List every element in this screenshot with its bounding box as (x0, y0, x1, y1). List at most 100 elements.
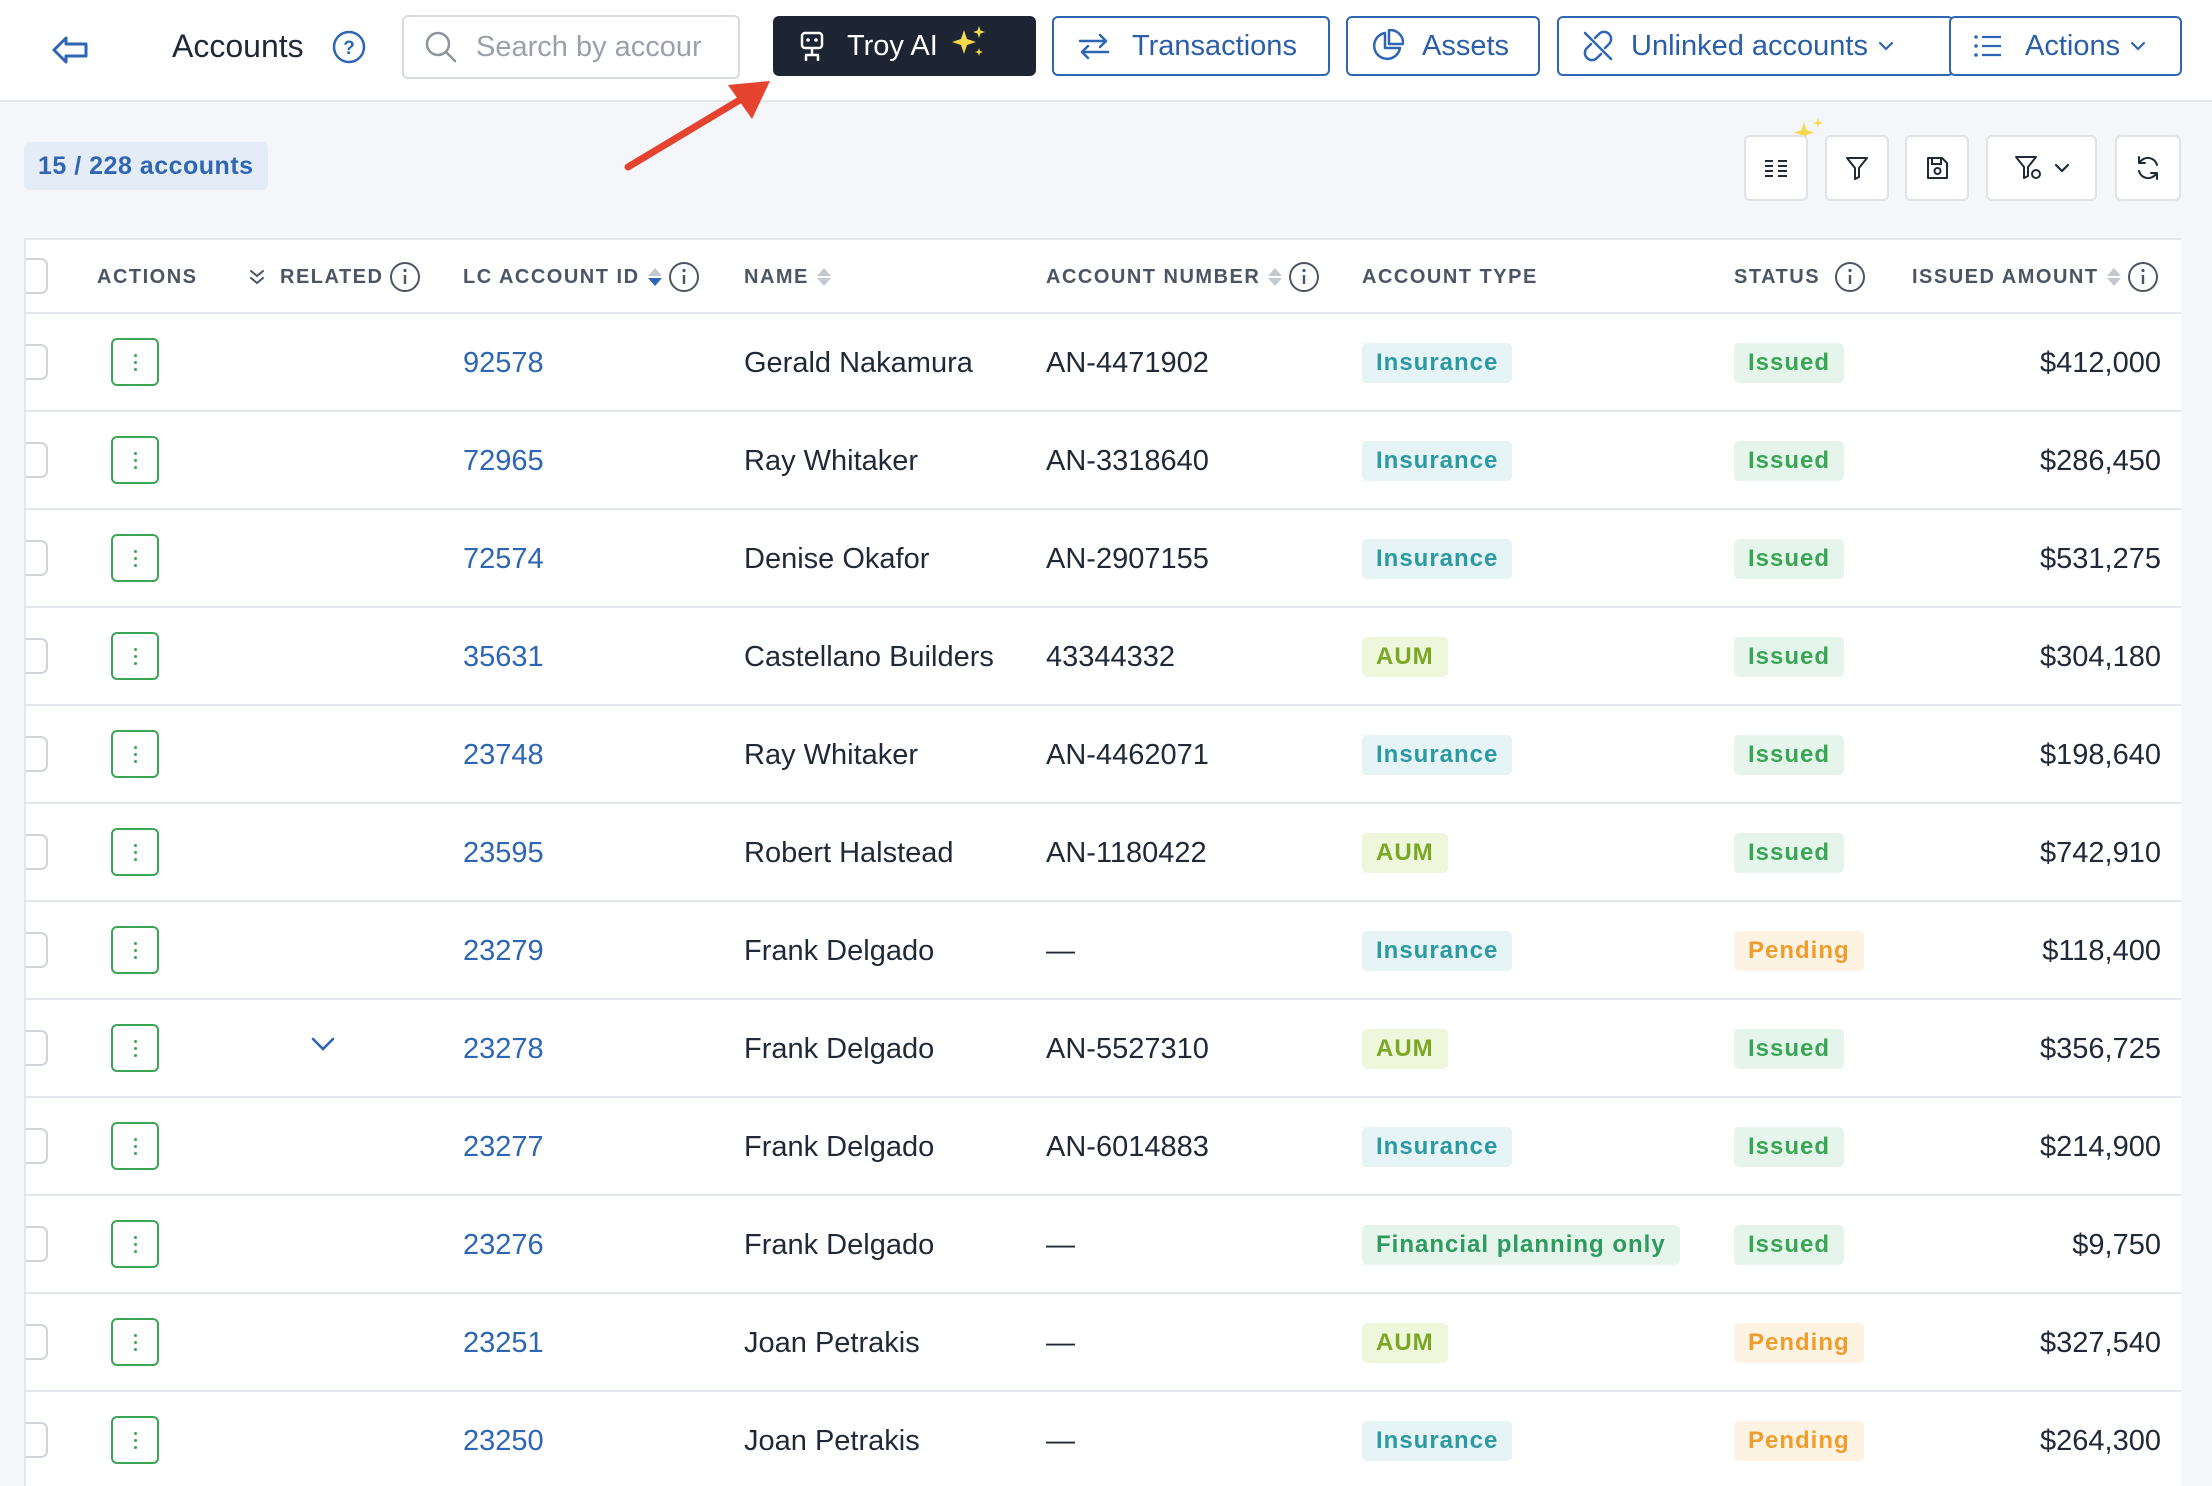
info-icon[interactable] (1834, 261, 1866, 293)
account-type-badge: Insurance (1362, 539, 1513, 579)
unlink-icon (1581, 29, 1615, 63)
columns-button[interactable] (1744, 135, 1808, 201)
info-icon[interactable] (1288, 261, 1320, 293)
row-checkbox[interactable] (26, 638, 48, 674)
info-icon[interactable] (2127, 261, 2159, 293)
expand-related-chevron-icon[interactable] (309, 1034, 337, 1054)
row-checkbox[interactable] (26, 834, 48, 870)
search-input[interactable] (476, 30, 726, 64)
sort-icon[interactable] (1268, 268, 1283, 286)
assets-button[interactable]: Assets (1346, 16, 1540, 76)
row-actions-button[interactable] (111, 436, 159, 484)
kebab-icon (133, 352, 137, 373)
transactions-button[interactable]: Transactions (1052, 16, 1330, 76)
refresh-button[interactable] (2115, 135, 2181, 201)
table-row[interactable]: 23595 Robert Halstead AN-1180422 AUM Issued $… (26, 804, 2181, 902)
row-checkbox[interactable] (26, 932, 48, 968)
table-row[interactable]: 23279 Frank Delgado — Insurance Pending $118,… (26, 902, 2181, 1000)
lc-account-id-link[interactable]: 72574 (463, 543, 544, 576)
lc-account-id-link[interactable]: 35631 (463, 641, 544, 674)
lc-account-id-link[interactable]: 23276 (463, 1229, 544, 1262)
table-row[interactable]: 23250 Joan Petrakis — Insurance Pending $264,… (26, 1392, 2181, 1486)
col-lc-account-id[interactable]: LC ACCOUNT ID (463, 240, 700, 314)
chevron-down-icon (1878, 40, 1894, 52)
lc-account-id-link[interactable]: 23251 (463, 1327, 544, 1360)
row-actions-button[interactable] (111, 1220, 159, 1268)
account-type-badge: Financial planning only (1362, 1225, 1680, 1265)
row-actions-button[interactable] (111, 534, 159, 582)
unlinked-accounts-button[interactable]: Unlinked accounts (1557, 16, 1954, 76)
kebab-icon (133, 1038, 137, 1059)
kebab-icon (133, 940, 137, 961)
account-name: Frank Delgado (744, 1130, 935, 1163)
info-icon[interactable] (389, 261, 421, 293)
account-number: AN-6014883 (1046, 1130, 1209, 1163)
table-row[interactable]: 23251 Joan Petrakis — AUM Pending $327,540 (26, 1294, 2181, 1392)
info-icon[interactable] (668, 261, 700, 293)
saved-filters-dropdown[interactable] (1986, 135, 2097, 201)
lc-account-id-link[interactable]: 92578 (463, 347, 544, 380)
lc-account-id-link[interactable]: 72965 (463, 445, 544, 478)
row-actions-button[interactable] (111, 926, 159, 974)
col-account-number[interactable]: ACCOUNT NUMBER (1046, 240, 1320, 314)
col-name[interactable]: NAME (744, 240, 831, 314)
table-row[interactable]: 23276 Frank Delgado — Financial planning on… (26, 1196, 2181, 1294)
kebab-icon (133, 842, 137, 863)
back-button[interactable] (44, 26, 96, 74)
table-row[interactable]: 35631 Castellano Builders 43344332 AUM Issue… (26, 608, 2181, 706)
troy-ai-button[interactable]: Troy AI (773, 16, 1036, 76)
account-name: Frank Delgado (744, 1228, 935, 1261)
save-view-button[interactable] (1905, 135, 1969, 201)
lc-account-id-link[interactable]: 23279 (463, 935, 544, 968)
table-row[interactable]: 23278 Frank Delgado AN-5527310 AUM Issued $35… (26, 1000, 2181, 1098)
assets-label: Assets (1422, 29, 1510, 62)
lc-account-id-link[interactable]: 23277 (463, 1131, 544, 1164)
help-icon[interactable]: ? (332, 30, 366, 64)
row-actions-button[interactable] (111, 730, 159, 778)
kebab-icon (133, 1136, 137, 1157)
row-checkbox[interactable] (26, 1422, 48, 1458)
row-actions-button[interactable] (111, 1024, 159, 1072)
row-actions-button[interactable] (111, 1122, 159, 1170)
col-issued-amount[interactable]: ISSUED AMOUNT (1912, 240, 2159, 314)
row-checkbox[interactable] (26, 1030, 48, 1066)
row-actions-button[interactable] (111, 828, 159, 876)
row-actions-button[interactable] (111, 1318, 159, 1366)
filter-button[interactable] (1825, 135, 1889, 201)
row-actions-button[interactable] (111, 632, 159, 680)
table-row[interactable]: 23277 Frank Delgado AN-6014883 Insurance Iss… (26, 1098, 2181, 1196)
account-number: 43344332 (1046, 640, 1176, 673)
lc-account-id-link[interactable]: 23250 (463, 1425, 544, 1458)
row-checkbox[interactable] (26, 1324, 48, 1360)
lc-account-id-link[interactable]: 23748 (463, 739, 544, 772)
sort-icon[interactable] (647, 268, 662, 286)
table-row[interactable]: 92578 Gerald Nakamura AN-4471902 Insurance I… (26, 314, 2181, 412)
row-actions-button[interactable] (111, 338, 159, 386)
row-checkbox[interactable] (26, 344, 48, 380)
sort-icon[interactable] (816, 268, 831, 286)
row-checkbox[interactable] (26, 540, 48, 576)
account-type-badge: Insurance (1362, 1421, 1513, 1461)
table-row[interactable]: 72965 Ray Whitaker AN-3318640 Insurance Issu… (26, 412, 2181, 510)
col-status: STATUS (1734, 240, 1866, 314)
table-row[interactable]: 72574 Denise Okafor AN-2907155 Insurance Iss… (26, 510, 2181, 608)
row-actions-button[interactable] (111, 1416, 159, 1464)
row-checkbox[interactable] (26, 736, 48, 772)
actions-menu-button[interactable]: Actions (1949, 16, 2182, 76)
kebab-icon (133, 1234, 137, 1255)
account-number: — (1046, 1326, 1075, 1359)
swap-arrows-icon (1076, 32, 1112, 60)
lc-account-id-link[interactable]: 23278 (463, 1033, 544, 1066)
svg-text:?: ? (343, 38, 355, 59)
row-checkbox[interactable] (26, 442, 48, 478)
select-all-checkbox[interactable] (26, 258, 48, 294)
row-checkbox[interactable] (26, 1128, 48, 1164)
row-checkbox[interactable] (26, 1226, 48, 1262)
status-badge: Issued (1734, 343, 1845, 383)
search-box[interactable] (402, 15, 740, 79)
lc-account-id-link[interactable]: 23595 (463, 837, 544, 870)
expand-all-icon[interactable] (248, 268, 266, 286)
sort-icon[interactable] (2106, 268, 2121, 286)
col-related[interactable]: RELATED (248, 240, 421, 314)
table-row[interactable]: 23748 Ray Whitaker AN-4462071 Insurance Issu… (26, 706, 2181, 804)
